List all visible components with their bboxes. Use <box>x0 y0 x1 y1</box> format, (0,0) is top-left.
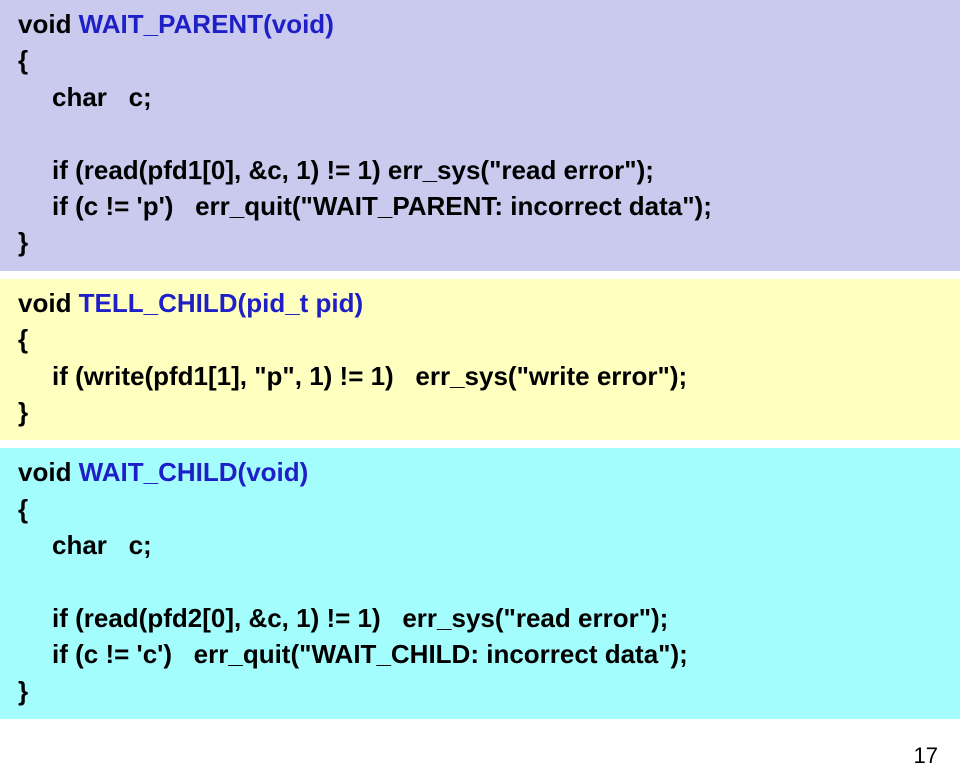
code-line: { <box>18 321 942 357</box>
code-line: char c; <box>18 527 942 563</box>
page-number: 17 <box>914 741 938 772</box>
kw-void: void <box>18 457 79 487</box>
code-line: if (read(pfd2[0], &c, 1) != 1) err_sys("… <box>18 600 942 636</box>
code-line: { <box>18 42 942 78</box>
code-block-wait-child: void WAIT_CHILD(void) { char c; if (read… <box>0 448 960 719</box>
kw-void: void <box>18 9 79 39</box>
code-line: void WAIT_CHILD(void) <box>18 454 942 490</box>
code-line: if (write(pfd1[1], "p", 1) != 1) err_sys… <box>18 358 942 394</box>
code-block-wait-parent: void WAIT_PARENT(void) { char c; if (rea… <box>0 0 960 271</box>
fn-name: TELL_CHILD(pid_t pid) <box>79 288 364 318</box>
code-line: if (read(pfd1[0], &c, 1) != 1) err_sys("… <box>18 152 942 188</box>
blank-line <box>18 115 942 151</box>
code-line: } <box>18 224 942 260</box>
code-block-tell-child: void TELL_CHILD(pid_t pid) { if (write(p… <box>0 279 960 441</box>
code-line: } <box>18 673 942 709</box>
code-line: char c; <box>18 79 942 115</box>
code-line: void TELL_CHILD(pid_t pid) <box>18 285 942 321</box>
fn-name: WAIT_PARENT(void) <box>79 9 334 39</box>
fn-name: WAIT_CHILD(void) <box>79 457 309 487</box>
kw-void: void <box>18 288 79 318</box>
code-line: { <box>18 491 942 527</box>
code-line: if (c != 'p') err_quit("WAIT_PARENT: inc… <box>18 188 942 224</box>
code-line: } <box>18 394 942 430</box>
code-line: void WAIT_PARENT(void) <box>18 6 942 42</box>
code-line: if (c != 'c') err_quit("WAIT_CHILD: inco… <box>18 636 942 672</box>
blank-line <box>18 563 942 599</box>
